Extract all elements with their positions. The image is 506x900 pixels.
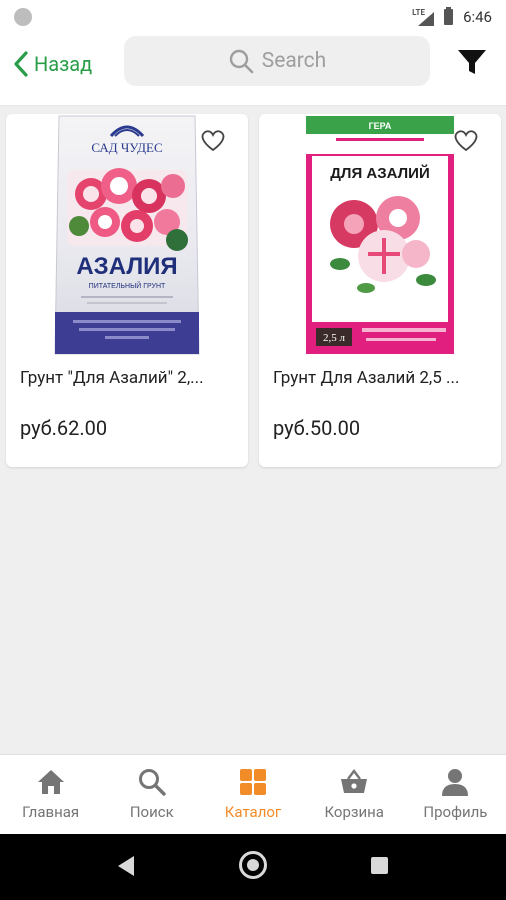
search-input[interactable]: Search <box>124 36 430 86</box>
product-card[interactable]: ГЕРА ДЛЯ АЗАЛИЙ 2,5 л Грунт Для Азалий 2… <box>259 114 501 467</box>
nav-item-catalog[interactable]: Каталог <box>202 755 303 834</box>
product-image[interactable]: ГЕРА ДЛЯ АЗАЛИЙ 2,5 л <box>306 114 454 356</box>
bag-brand-text: САД ЧУДЕС <box>91 140 162 155</box>
back-button[interactable]: Назад <box>12 48 92 80</box>
bag-brand-text: ГЕРА <box>369 121 392 131</box>
basket-icon <box>341 769 368 793</box>
status-bar: LTE 6:46 <box>0 0 506 34</box>
nav-item-home[interactable]: Главная <box>0 755 101 834</box>
search-placeholder: Search <box>261 49 327 73</box>
clock: 6:46 <box>463 8 492 26</box>
battery-icon <box>444 7 454 25</box>
heart-icon[interactable] <box>453 128 479 152</box>
system-recents-icon[interactable] <box>371 857 388 874</box>
status-icons: LTE 6:46 <box>412 5 492 29</box>
nav-label: Поиск <box>129 803 174 821</box>
lte-signal-icon: LTE <box>412 8 435 26</box>
nav-item-profile[interactable]: Профиль <box>405 755 506 834</box>
nav-label: Каталог <box>224 803 282 821</box>
product-title[interactable]: Грунт "Для Азалий" 2,... <box>20 368 236 388</box>
home-icon <box>37 770 64 794</box>
quality-badge <box>166 229 188 251</box>
system-nav-bar <box>0 834 506 900</box>
notification-dot-icon <box>14 8 32 26</box>
bag-product-name: АЗАЛИЯ <box>76 253 177 280</box>
nav-label: Главная <box>22 803 80 821</box>
bottom-nav: Главная Поиск Каталог Корзина Профиль <box>0 754 506 834</box>
chevron-left-icon <box>14 51 28 77</box>
heart-icon[interactable] <box>200 128 226 152</box>
system-back-icon[interactable] <box>118 856 134 876</box>
nav-item-basket[interactable]: Корзина <box>304 755 405 834</box>
product-price: руб.50.00 <box>273 416 361 440</box>
profile-icon <box>442 769 469 796</box>
nav-label: Корзина <box>324 803 384 821</box>
product-price: руб.62.00 <box>20 416 108 440</box>
search-icon <box>138 769 166 796</box>
nav-label: Профиль <box>423 803 488 821</box>
product-title[interactable]: Грунт Для Азалий 2,5 ... <box>273 368 489 388</box>
catalog-icon <box>240 769 266 795</box>
app-bar: Назад Search <box>0 34 506 106</box>
product-image[interactable]: САД ЧУДЕС АЗАЛИЯ ПИТАТЕЛЬНЫЙ ГРУНТ <box>53 114 201 356</box>
system-home-icon[interactable] <box>239 851 267 879</box>
back-label: Назад <box>34 52 93 76</box>
bag-product-name: ДЛЯ АЗАЛИЙ <box>330 164 430 182</box>
product-card[interactable]: САД ЧУДЕС АЗАЛИЯ ПИТАТЕЛЬНЫЙ ГРУНТ Грунт… <box>6 114 248 467</box>
search-icon <box>229 49 254 74</box>
bag-volume-text: 2,5 л <box>323 332 346 344</box>
bag-product-sub: ПИТАТЕЛЬНЫЙ ГРУНТ <box>89 281 166 290</box>
nav-item-search[interactable]: Поиск <box>101 755 202 834</box>
filter-icon[interactable] <box>456 46 488 78</box>
